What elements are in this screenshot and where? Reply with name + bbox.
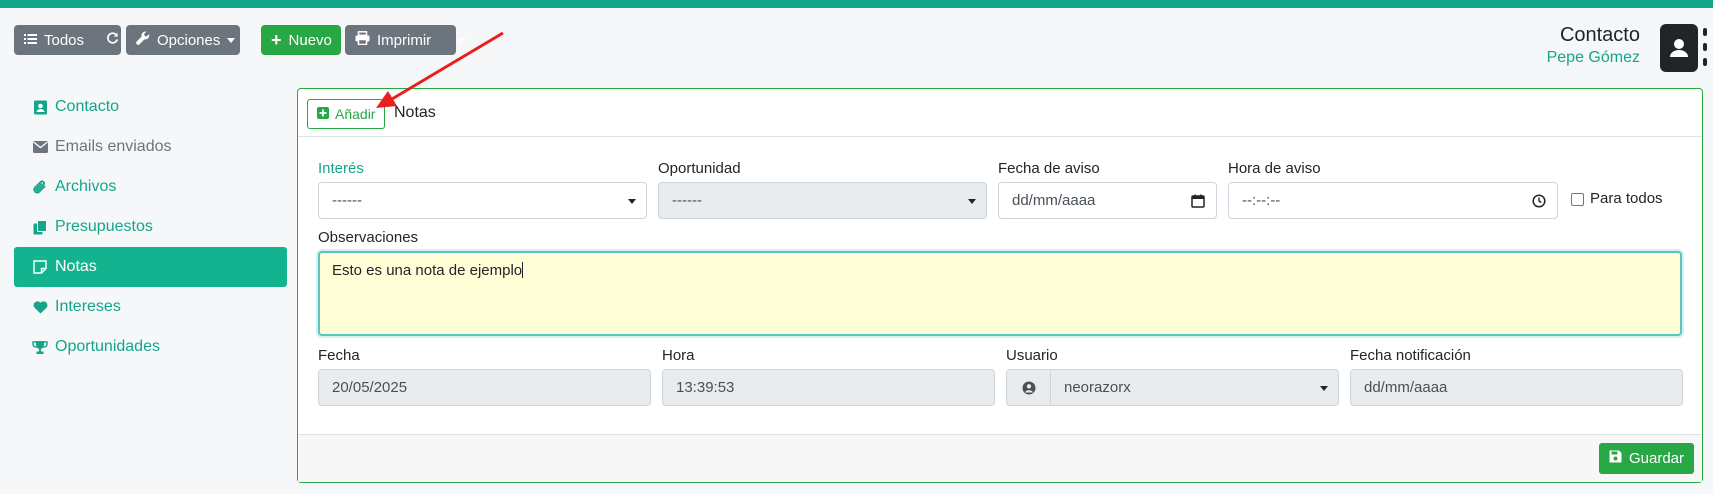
heart-icon	[32, 299, 48, 315]
hora-aviso-placeholder: --:--:--	[1242, 192, 1281, 209]
refresh-icon[interactable]	[106, 31, 119, 49]
imprimir-split-button[interactable]: Imprimir	[345, 25, 466, 55]
sidebar-item-oportunidades[interactable]: Oportunidades	[14, 327, 287, 367]
sidebar-item-contacto[interactable]: Contacto	[14, 87, 287, 127]
card-title: Notas	[394, 104, 436, 121]
fecha-notificacion-label: Fecha notificación	[1350, 347, 1471, 364]
oportunidad-label: Oportunidad	[658, 160, 741, 177]
guardar-label: Guardar	[1628, 450, 1684, 467]
nuevo-button[interactable]: + Nuevo	[261, 25, 341, 55]
sidebar-item-archivos[interactable]: Archivos	[14, 167, 287, 207]
sidebar-item-label: Notas	[55, 258, 97, 275]
opciones-dropdown-button[interactable]: Opciones	[126, 25, 240, 55]
usuario-label: Usuario	[1006, 347, 1058, 364]
nuevo-label: Nuevo	[288, 31, 332, 49]
print-icon	[355, 31, 370, 49]
text-cursor	[522, 262, 524, 278]
clock-icon[interactable]	[1531, 193, 1547, 209]
sidebar-item-label: Archivos	[55, 178, 117, 195]
caret-down-icon[interactable]	[457, 37, 466, 43]
interes-value: ------	[332, 192, 362, 209]
copy-icon	[32, 219, 48, 235]
trophy-icon	[32, 339, 48, 355]
save-icon	[1609, 450, 1622, 467]
plus-icon: +	[271, 30, 282, 50]
para-todos-label: Para todos	[1590, 190, 1663, 207]
sidebar-item-label: Emails enviados	[55, 138, 172, 155]
hora-input[interactable]: 13:39:53	[662, 369, 995, 406]
interes-select[interactable]: ------	[318, 182, 647, 219]
caret-down-icon	[968, 199, 976, 204]
fecha-input[interactable]: 20/05/2025	[318, 369, 651, 406]
notes-card: Añadir Notas Interés ------ Oportunidad …	[297, 88, 1703, 483]
list-icon	[24, 32, 37, 49]
hora-aviso-label: Hora de aviso	[1228, 160, 1321, 177]
sidebar-item-label: Contacto	[55, 98, 120, 115]
page-title: Contacto	[1559, 24, 1640, 46]
para-todos-checkbox[interactable]	[1571, 193, 1584, 206]
caret-down-icon	[1320, 386, 1328, 391]
sidebar-item-intereses[interactable]: Intereses	[14, 287, 287, 327]
fecha-label: Fecha	[318, 347, 360, 364]
opciones-label: Opciones	[157, 31, 221, 49]
oportunidad-select[interactable]: ------	[658, 182, 987, 219]
observaciones-textarea[interactable]: Esto es una nota de ejemplo	[318, 251, 1682, 336]
envelope-icon	[32, 139, 48, 155]
sidebar-item-label: Oportunidades	[55, 338, 160, 355]
card-footer: Guardar	[298, 434, 1702, 482]
address-book-icon	[1660, 24, 1698, 72]
fecha-aviso-placeholder: dd/mm/aaaa	[1012, 192, 1096, 209]
caret-down-icon	[628, 199, 636, 204]
oportunidad-value: ------	[672, 192, 702, 209]
fecha-value: 20/05/2025	[332, 379, 408, 396]
hora-label: Hora	[662, 347, 695, 364]
todos-button[interactable]: Todos	[14, 25, 121, 55]
user-circle-icon	[1007, 370, 1051, 405]
usuario-value: neorazorx	[1064, 379, 1131, 396]
sidebar-item-emails-enviados[interactable]: Emails enviados	[14, 127, 287, 167]
observaciones-label: Observaciones	[318, 229, 419, 246]
wrench-icon	[136, 31, 150, 49]
imprimir-label: Imprimir	[377, 31, 432, 49]
usuario-select[interactable]: neorazorx	[1006, 369, 1339, 406]
caret-down-icon	[227, 37, 236, 43]
address-card-icon	[32, 99, 48, 115]
plus-square-icon	[317, 106, 329, 122]
sidebar-item-notas[interactable]: Notas	[14, 247, 287, 287]
todos-label: Todos	[44, 31, 85, 49]
sticky-note-icon	[32, 259, 48, 275]
sidebar-item-label: Intereses	[55, 298, 121, 315]
fecha-notificacion-input[interactable]: dd/mm/aaaa	[1350, 369, 1683, 406]
card-header: Añadir Notas	[298, 89, 1702, 137]
hora-value: 13:39:53	[676, 379, 735, 396]
contact-name-link[interactable]: Pepe Gómez	[1547, 49, 1640, 67]
ellipsis-vertical-icon[interactable]	[1702, 28, 1707, 66]
observaciones-value: Esto es una nota de ejemplo	[332, 262, 523, 279]
fecha-notificacion-placeholder: dd/mm/aaaa	[1364, 379, 1448, 396]
hora-aviso-input[interactable]: --:--:--	[1228, 182, 1558, 219]
interes-label: Interés	[318, 160, 364, 177]
paperclip-icon	[32, 179, 48, 195]
sidebar-item-label: Presupuestos	[55, 218, 153, 235]
add-note-button[interactable]: Añadir	[307, 99, 386, 129]
guardar-button[interactable]: Guardar	[1598, 443, 1694, 474]
fecha-aviso-input[interactable]: dd/mm/aaaa	[998, 182, 1217, 219]
top-accent-bar	[0, 0, 1713, 8]
fecha-aviso-label: Fecha de aviso	[998, 160, 1100, 177]
sidebar-item-presupuestos[interactable]: Presupuestos	[14, 207, 287, 247]
add-label: Añadir	[335, 106, 376, 122]
calendar-icon[interactable]	[1190, 193, 1206, 209]
